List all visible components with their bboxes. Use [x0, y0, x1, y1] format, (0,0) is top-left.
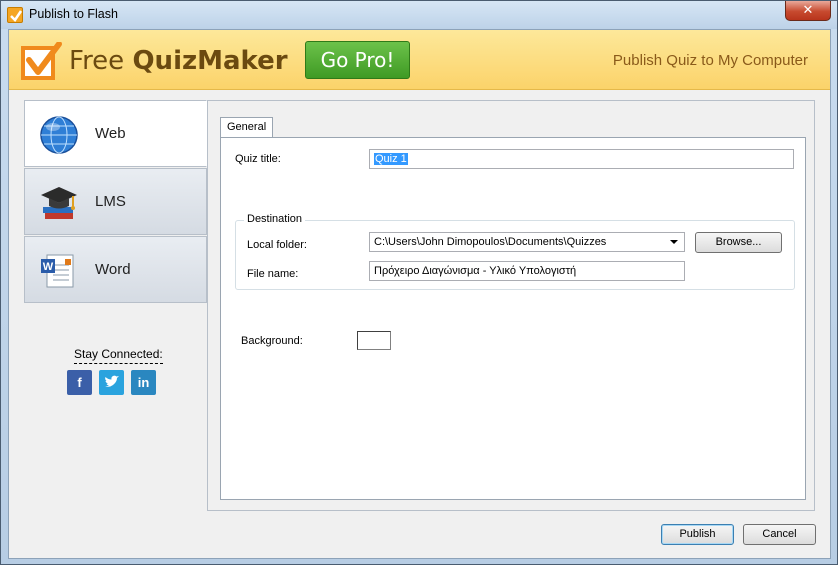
publish-button[interactable]: Publish	[661, 524, 734, 545]
logo-free: Free	[69, 46, 133, 76]
banner: Free QuizMaker Go Pro! Publish Quiz to M…	[9, 30, 830, 90]
publish-window: Publish to Flash ✕ Free QuizMaker Go Pro…	[0, 0, 838, 565]
sidebar: Web LMS W Word Stay Connected: f in	[24, 100, 208, 510]
logo-text: Free QuizMaker	[69, 46, 288, 76]
sidebar-item-label: Web	[95, 125, 126, 142]
stay-connected-label: Stay Connected:	[74, 347, 163, 364]
chevron-down-icon[interactable]	[670, 240, 678, 244]
logo-name: QuizMaker	[132, 46, 288, 76]
destination-label: Destination	[244, 213, 306, 225]
app-icon	[7, 7, 23, 23]
go-pro-button[interactable]: Go Pro!	[305, 41, 410, 79]
quiz-title-value: Quiz 1	[374, 153, 408, 165]
svg-text:W: W	[43, 261, 54, 273]
settings-panel: General Quiz title: Quiz 1 Destination L…	[207, 100, 815, 511]
facebook-icon[interactable]: f	[67, 370, 92, 395]
sidebar-item-web[interactable]: Web	[24, 100, 207, 167]
globe-icon	[40, 116, 78, 154]
browse-button[interactable]: Browse...	[695, 232, 782, 253]
window-title: Publish to Flash	[29, 7, 118, 21]
graduation-cap-icon	[41, 187, 77, 219]
background-color-picker[interactable]	[357, 331, 391, 350]
destination-group: Destination Local folder: C:\Users\John …	[235, 213, 795, 290]
twitter-icon[interactable]	[99, 370, 124, 395]
banner-subtitle: Publish Quiz to My Computer	[612, 52, 808, 69]
tab-general[interactable]: General	[220, 117, 273, 138]
title-bar[interactable]: Publish to Flash ✕	[1, 1, 837, 29]
sidebar-item-word[interactable]: W Word	[24, 236, 207, 303]
quiz-title-input[interactable]: Quiz 1	[369, 149, 794, 169]
sidebar-item-lms[interactable]: LMS	[24, 168, 207, 235]
file-name-label: File name:	[247, 268, 299, 280]
local-folder-label: Local folder:	[247, 239, 307, 251]
local-folder-value: C:\Users\John Dimopoulos\Documents\Quizz…	[374, 236, 607, 248]
local-folder-select[interactable]: C:\Users\John Dimopoulos\Documents\Quizz…	[369, 232, 685, 252]
quizmaker-logo-icon	[21, 42, 62, 80]
word-document-icon: W	[41, 254, 74, 288]
quiz-title-label: Quiz title:	[235, 153, 281, 165]
cancel-button[interactable]: Cancel	[743, 524, 816, 545]
sidebar-item-label: LMS	[95, 193, 126, 210]
background-label: Background:	[241, 335, 303, 347]
linkedin-icon[interactable]: in	[131, 370, 156, 395]
file-name-input[interactable]: Πρόχειρο Διαγώνισμα - Υλικό Υπολογιστή	[369, 261, 685, 281]
general-tab-body: Quiz title: Quiz 1 Destination Local fol…	[220, 137, 806, 500]
close-button[interactable]: ✕	[785, 1, 831, 21]
sidebar-item-label: Word	[95, 261, 131, 278]
window-client: Free QuizMaker Go Pro! Publish Quiz to M…	[8, 29, 831, 559]
